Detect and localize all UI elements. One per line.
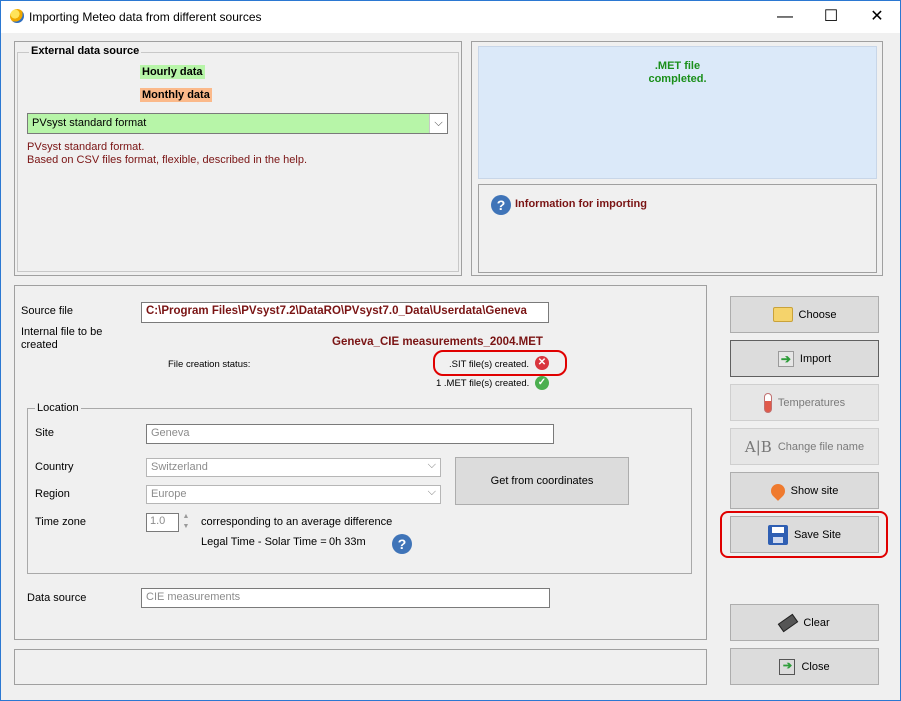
import-meteo-window: Importing Meteo data from different sour… [0,0,901,701]
site-label: Site [35,427,54,439]
maximize-button[interactable]: ☐ [808,1,854,33]
data-source-input[interactable]: CIE measurements [141,588,550,608]
get-from-coordinates-button[interactable]: Get from coordinates [455,457,629,505]
timezone-input[interactable]: 1.0 [146,513,179,532]
hourly-data-label[interactable]: Hourly data [140,65,205,79]
format-select[interactable]: PVsyst standard format ⌵ [27,113,448,134]
country-select[interactable]: Switzerland ⌵ [146,458,441,477]
rename-icon: A|B [744,437,772,456]
site-input[interactable]: Geneva [146,424,554,444]
timezone-spinner[interactable]: ▲ ▼ [181,512,191,532]
status-panel: .MET file completed. [478,46,877,179]
info-title: Information for importing [515,198,647,210]
close-button[interactable]: ➔ Close [730,648,879,685]
chevron-down-icon[interactable]: ⌵ [429,114,447,133]
info-panel: ? Information for importing [478,184,877,273]
highlight-save-site [720,511,888,558]
thermometer-icon [763,392,772,413]
title-bar: Importing Meteo data from different sour… [1,1,900,33]
format-select-value: PVsyst standard format [32,117,147,129]
source-file-input[interactable]: C:\Program Files\PVsyst7.2\DataRO\PVsyst… [141,302,549,323]
country-value: Switzerland [151,461,208,473]
region-select[interactable]: Europe ⌵ [146,485,441,504]
chevron-down-icon[interactable]: ⌵ [428,486,436,499]
temperatures-button[interactable]: Temperatures [730,384,879,421]
source-panel: Source file C:\Program Files\PVsyst7.2\D… [14,285,707,640]
external-source-legend: External data source [29,45,142,57]
clear-label: Clear [803,616,830,629]
help-icon[interactable]: ? [491,195,511,215]
status-line2: completed. [648,73,707,85]
data-source-label: Data source [27,592,87,604]
met-status-text: 1 .MET file(s) created. [436,378,530,389]
legal-time-value: 0h 33m [329,536,366,548]
bottom-status-bar [14,649,707,685]
close-label: Close [801,660,830,673]
file-creation-status-label: File creation status: [168,359,251,370]
legal-time-label: Legal Time - Solar Time = [201,536,327,548]
choose-button[interactable]: Choose [730,296,879,333]
internal-file-value: Geneva_CIE measurements_2004.MET [332,336,543,348]
clear-button[interactable]: Clear [730,604,879,641]
folder-icon [772,307,793,322]
show-site-button[interactable]: Show site [730,472,879,509]
temperatures-label: Temperatures [777,396,846,409]
format-description-line1: PVsyst standard format. [27,141,145,153]
status-outer-panel: .MET file completed. ? Information for i… [471,41,883,276]
window-title: Importing Meteo data from different sour… [29,10,262,24]
monthly-data-label[interactable]: Monthly data [140,88,212,102]
import-button[interactable]: ➔ Import [730,340,879,377]
change-file-name-label: Change file name [777,440,865,453]
map-pin-icon [767,480,788,501]
import-label: Import [799,352,832,365]
eraser-icon [778,613,799,632]
help-icon[interactable]: ? [392,534,412,554]
timezone-description: corresponding to an average difference [201,516,393,528]
minimize-button[interactable]: — [762,1,808,33]
external-source-panel: External data source Hourly data Monthly… [14,41,462,276]
internal-file-label: Internal file to be created [21,326,103,351]
location-legend: Location [35,402,81,414]
timezone-label: Time zone [35,516,86,528]
country-label: Country [35,461,74,473]
exit-icon: ➔ [779,658,796,675]
region-value: Europe [151,488,187,500]
close-window-button[interactable]: ✕ [854,1,900,33]
show-site-label: Show site [790,484,839,497]
pvsyst-logo-icon [10,9,24,23]
change-file-name-button[interactable]: A|B Change file name [730,428,879,465]
chevron-down-icon[interactable]: ⌵ [428,459,436,472]
check-icon: ✓ [535,376,549,390]
choose-label: Choose [798,308,837,321]
status-line1: .MET file [654,60,701,72]
format-description-line2: Based on CSV files format, flexible, des… [27,154,308,166]
source-file-label: Source file [21,305,73,317]
import-icon: ➔ [777,350,794,367]
region-label: Region [35,488,70,500]
highlight-sit-status [433,350,567,376]
